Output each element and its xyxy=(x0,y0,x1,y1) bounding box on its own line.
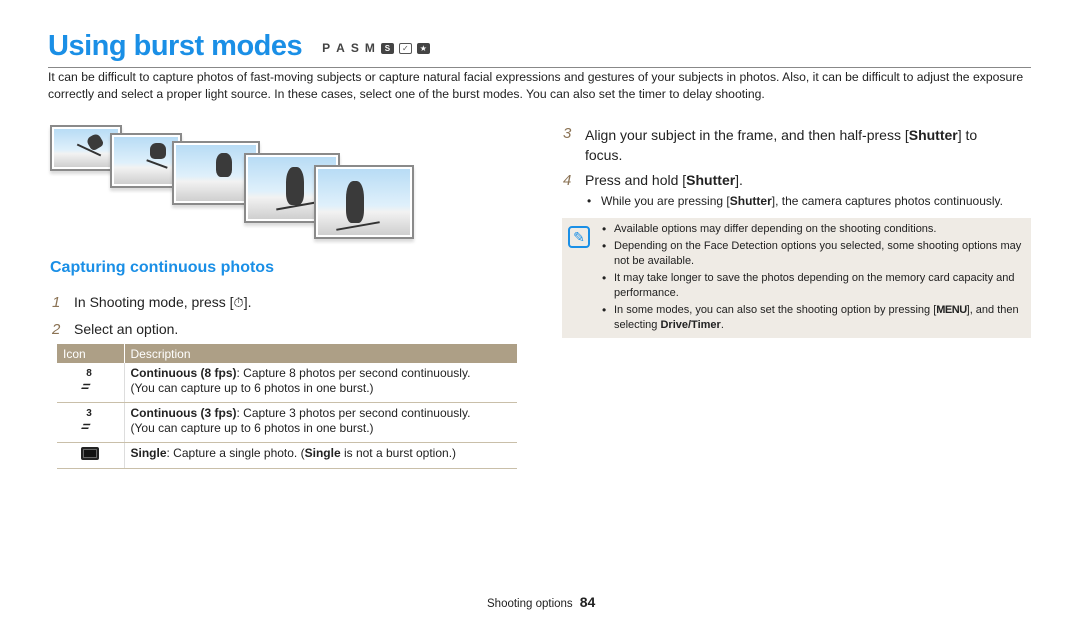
title-row: Using burst modes P A S M S ✓ ★ xyxy=(48,30,430,63)
title-divider xyxy=(48,67,1031,68)
mode-a-icon: A xyxy=(336,41,346,55)
table-row: 8 = Continuous (8 fps): Capture 8 photos … xyxy=(57,363,517,403)
footer-section: Shooting options xyxy=(487,598,573,610)
burst-frame xyxy=(314,165,414,239)
smart-auto-mode-icon: ★ xyxy=(416,42,430,54)
step-2: 2 Select an option. xyxy=(52,321,179,338)
page-number: 84 xyxy=(579,594,596,610)
table-header-icon: Icon xyxy=(57,344,124,363)
mode-s-icon: S xyxy=(350,41,360,55)
step-1: 1 In Shooting mode, press [⏱]. xyxy=(52,294,252,311)
note-pencil-icon: ✎ xyxy=(568,226,590,248)
burst-options-table: Icon Description 8 = Continuous (8 fps): … xyxy=(57,344,517,469)
mode-icons: P A S M S ✓ ★ xyxy=(322,41,430,55)
note-item: Available options may differ depending o… xyxy=(598,222,1023,238)
step-4-bullet: • While you are pressing [Shutter], the … xyxy=(587,194,1003,208)
table-row: 3 = Continuous (3 fps): Capture 3 photos … xyxy=(57,402,517,443)
step-3: 3 Align your subject in the frame, and t… xyxy=(563,125,978,163)
mode-p-icon: P xyxy=(322,41,332,55)
scene-mode-icon: ✓ xyxy=(398,42,412,54)
note-item: It may take longer to save the photos de… xyxy=(598,271,1023,302)
single-icon xyxy=(81,447,100,460)
note-list: Available options may differ depending o… xyxy=(598,222,1023,335)
page-footer: Shooting options 84 xyxy=(487,594,595,610)
intro-paragraph: It can be difficult to capture photos of… xyxy=(48,70,1024,101)
step-number: 2 xyxy=(52,321,61,338)
continuous-3fps-icon: 3 = xyxy=(78,408,95,435)
step-4: 4 Press and hold [Shutter]. xyxy=(563,172,743,189)
menu-button-glyph: MENU xyxy=(936,303,967,316)
step-number: 3 xyxy=(563,125,572,142)
table-row: Single: Capture a single photo. (Single … xyxy=(57,442,517,469)
timer-drive-icon: ⏱ xyxy=(233,295,244,310)
note-item: In some modes, you can also set the shoo… xyxy=(598,303,1023,334)
continuous-8fps-icon: 8 = xyxy=(78,368,95,395)
note-box: ✎ Available options may differ depending… xyxy=(562,218,1031,338)
burst-sequence-illustration xyxy=(50,125,420,243)
page-title: Using burst modes xyxy=(48,30,303,62)
step-number: 1 xyxy=(52,294,61,311)
section-heading: Capturing continuous photos xyxy=(50,259,274,276)
table-header-description: Description xyxy=(123,344,517,363)
smart-mode-icon: S xyxy=(380,42,394,54)
step-number: 4 xyxy=(563,172,572,189)
note-item: Depending on the Face Detection options … xyxy=(598,239,1023,270)
mode-m-icon: M xyxy=(364,41,376,55)
